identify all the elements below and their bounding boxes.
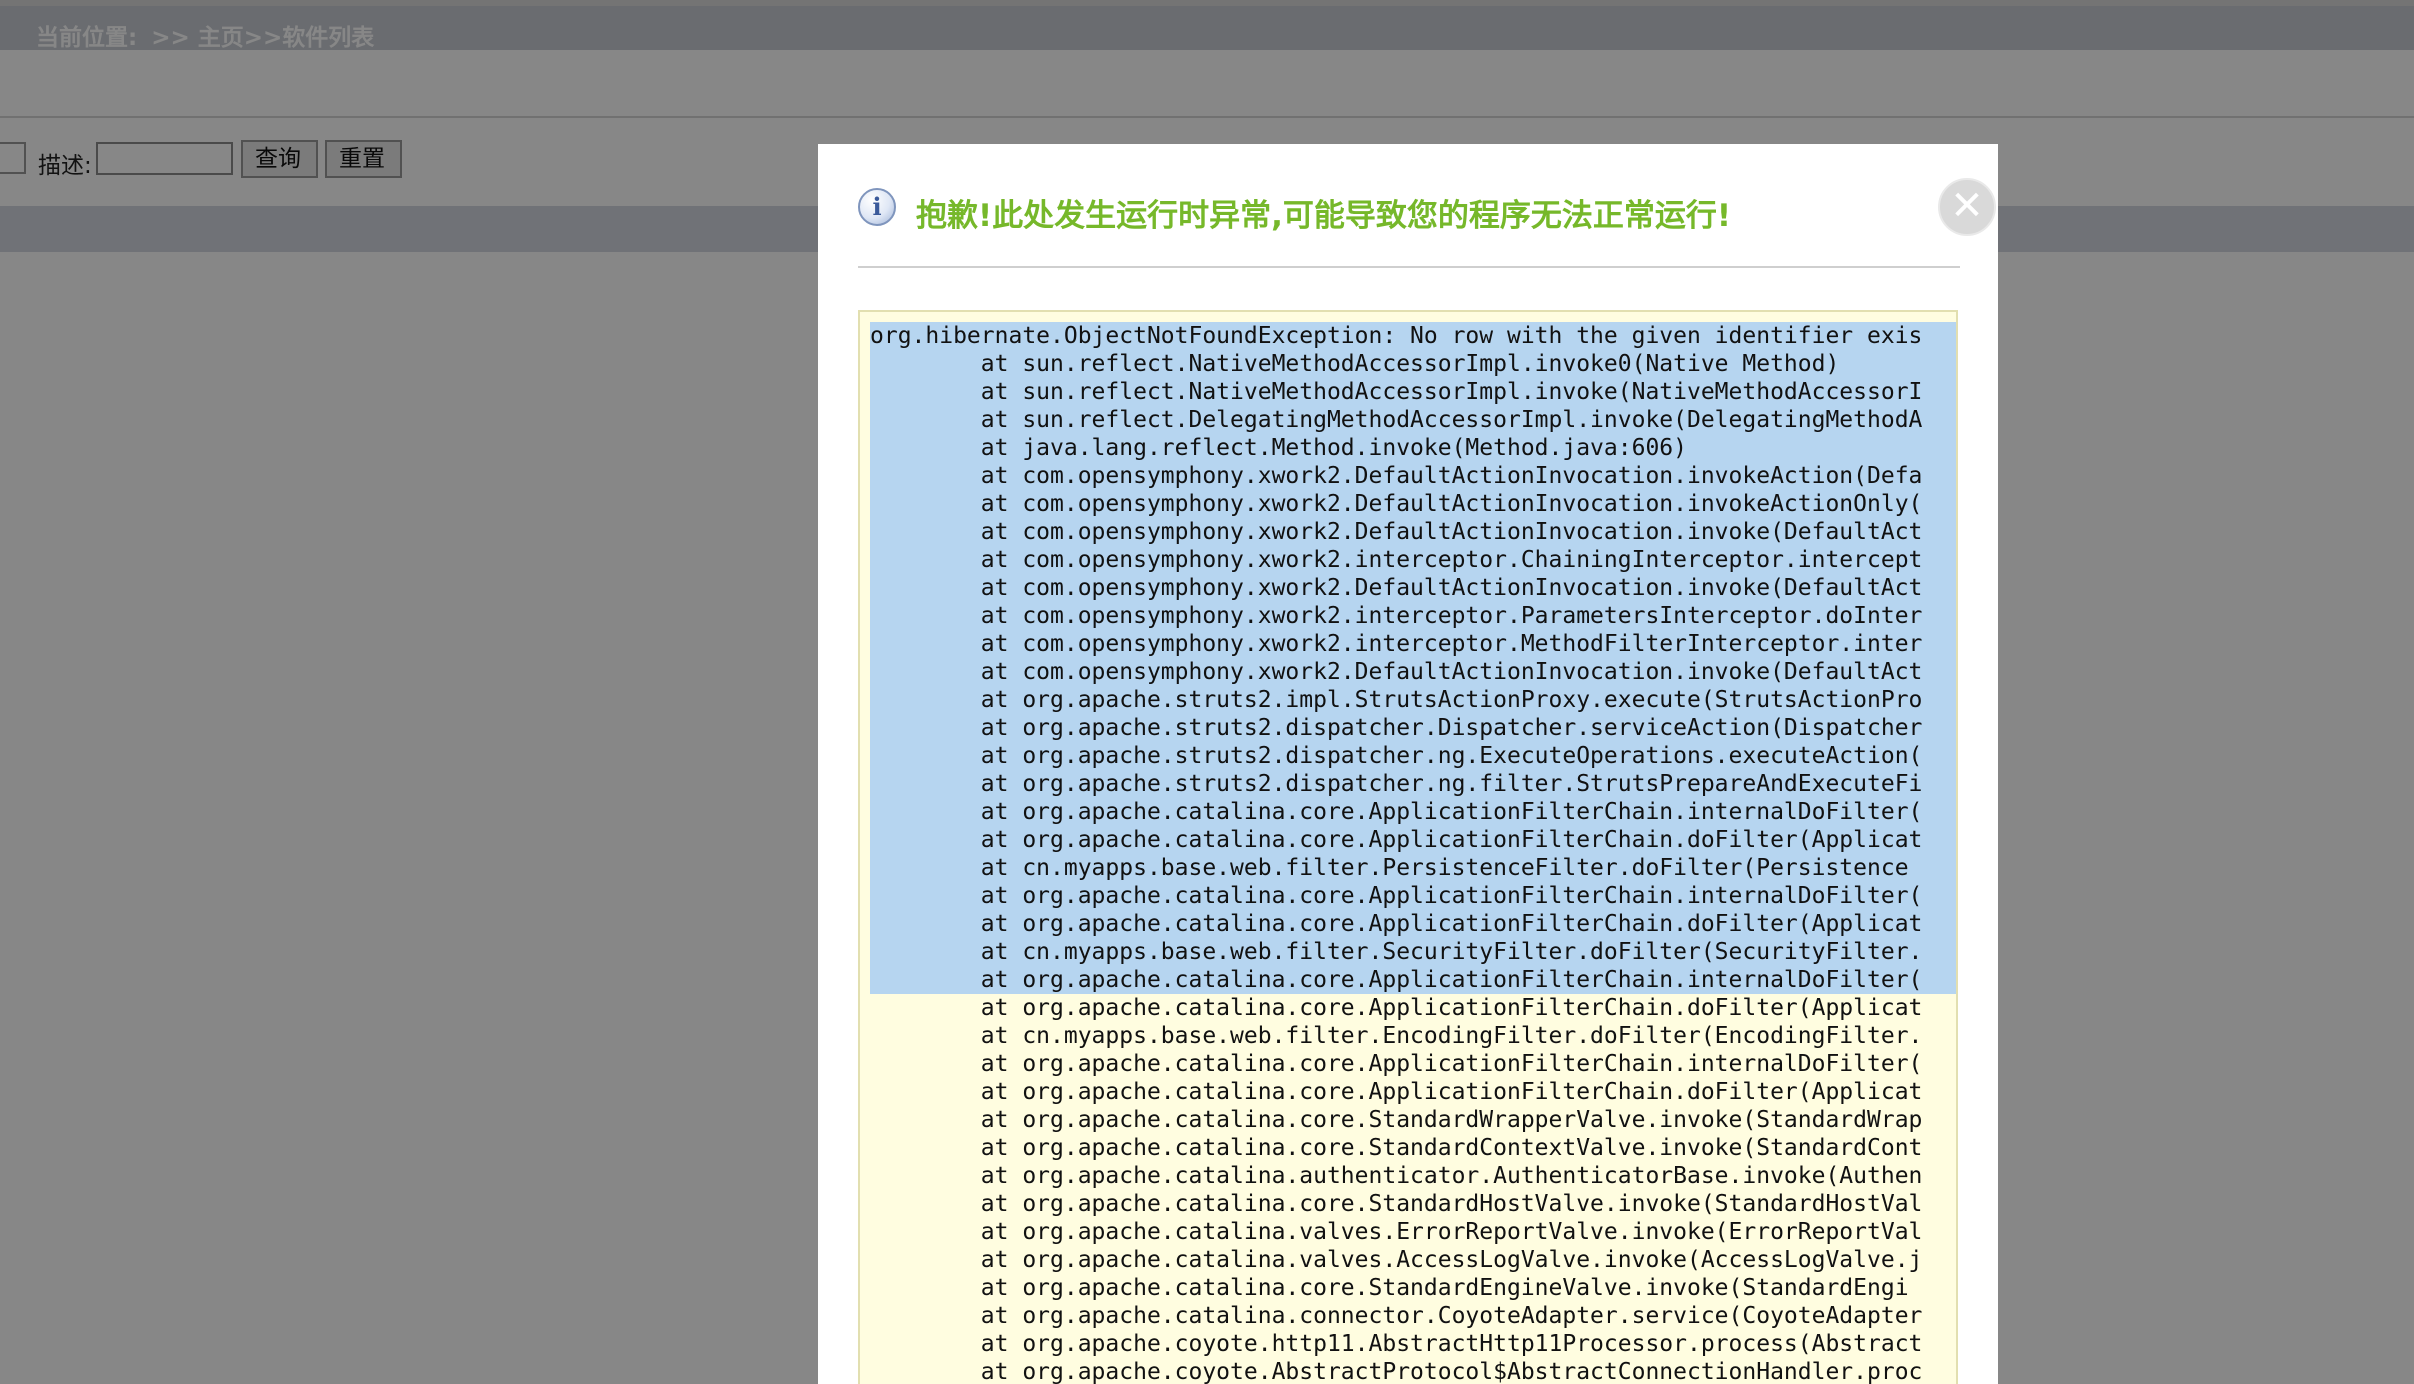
stack-trace-line: at org.apache.catalina.core.ApplicationF…: [870, 1079, 1923, 1105]
stack-trace-line: at cn.myapps.base.web.filter.EncodingFil…: [870, 1023, 1923, 1049]
stack-trace-line: at org.apache.catalina.core.ApplicationF…: [870, 798, 1956, 826]
stack-trace-line: at com.opensymphony.xwork2.interceptor.M…: [870, 630, 1956, 658]
stack-trace-line: at cn.myapps.base.web.filter.SecurityFil…: [870, 938, 1956, 966]
error-dialog: i 抱歉!此处发生运行时异常,可能导致您的程序无法正常运行! ✕ org.hib…: [818, 144, 1998, 1384]
stack-trace-line: at sun.reflect.NativeMethodAccessorImpl.…: [870, 350, 1956, 378]
stack-trace-line: at com.opensymphony.xwork2.interceptor.C…: [870, 546, 1956, 574]
stack-trace-line: at org.apache.struts2.dispatcher.ng.filt…: [870, 770, 1956, 798]
stack-trace-line: at org.apache.coyote.http11.AbstractHttp…: [870, 1331, 1923, 1357]
stack-trace-line: at org.apache.catalina.valves.AccessLogV…: [870, 1247, 1923, 1273]
stack-trace-line: at org.apache.catalina.core.ApplicationF…: [870, 995, 1923, 1021]
stack-trace-line: at java.lang.reflect.Method.invoke(Metho…: [870, 434, 1956, 462]
stack-trace-line: at org.apache.catalina.core.StandardWrap…: [870, 1107, 1923, 1133]
stack-trace-line: at com.opensymphony.xwork2.DefaultAction…: [870, 574, 1956, 602]
stack-trace-line: at org.apache.catalina.core.ApplicationF…: [870, 910, 1956, 938]
stack-trace-line: at org.apache.catalina.core.ApplicationF…: [870, 1051, 1923, 1077]
stack-trace-line: at com.opensymphony.xwork2.DefaultAction…: [870, 462, 1956, 490]
stack-trace-line: at org.apache.coyote.AbstractProtocol$Ab…: [870, 1359, 1923, 1384]
stack-trace-line: at org.apache.catalina.core.ApplicationF…: [870, 966, 1956, 994]
stack-trace-line: at org.apache.catalina.authenticator.Aut…: [870, 1163, 1923, 1189]
info-icon: i: [858, 188, 896, 226]
stack-trace-line: at org.apache.catalina.core.ApplicationF…: [870, 826, 1956, 854]
stack-trace-line: at cn.myapps.base.web.filter.Persistence…: [870, 854, 1956, 882]
stack-trace: org.hibernate.ObjectNotFoundException: N…: [860, 312, 1956, 1384]
dialog-header: i 抱歉!此处发生运行时异常,可能导致您的程序无法正常运行! ✕: [858, 178, 1996, 268]
stack-trace-line: at org.apache.struts2.impl.StrutsActionP…: [870, 686, 1956, 714]
close-icon[interactable]: ✕: [1938, 178, 1996, 236]
stack-trace-line: at org.apache.catalina.core.StandardCont…: [870, 1135, 1923, 1161]
stack-trace-line: at org.apache.struts2.dispatcher.Dispatc…: [870, 714, 1956, 742]
stack-trace-line: at org.apache.catalina.core.StandardHost…: [870, 1191, 1923, 1217]
stack-trace-line: at sun.reflect.NativeMethodAccessorImpl.…: [870, 378, 1956, 406]
stack-trace-line: at com.opensymphony.xwork2.interceptor.P…: [870, 602, 1956, 630]
stack-trace-line: at org.apache.struts2.dispatcher.ng.Exec…: [870, 742, 1956, 770]
stack-trace-line: at org.apache.catalina.core.StandardEngi…: [870, 1275, 1909, 1301]
stack-trace-line: at org.apache.catalina.valves.ErrorRepor…: [870, 1219, 1923, 1245]
stack-trace-line: at org.apache.catalina.connector.CoyoteA…: [870, 1303, 1923, 1329]
stack-trace-box[interactable]: org.hibernate.ObjectNotFoundException: N…: [858, 310, 1958, 1384]
stack-trace-line: at org.apache.catalina.core.ApplicationF…: [870, 882, 1956, 910]
stack-trace-line: at sun.reflect.DelegatingMethodAccessorI…: [870, 406, 1956, 434]
stack-trace-line: at com.opensymphony.xwork2.DefaultAction…: [870, 490, 1956, 518]
dialog-title: 抱歉!此处发生运行时异常,可能导致您的程序无法正常运行!: [916, 198, 1732, 234]
stack-trace-line: org.hibernate.ObjectNotFoundException: N…: [870, 322, 1956, 350]
stack-trace-line: at com.opensymphony.xwork2.DefaultAction…: [870, 518, 1956, 546]
stack-trace-line: at com.opensymphony.xwork2.DefaultAction…: [870, 658, 1956, 686]
